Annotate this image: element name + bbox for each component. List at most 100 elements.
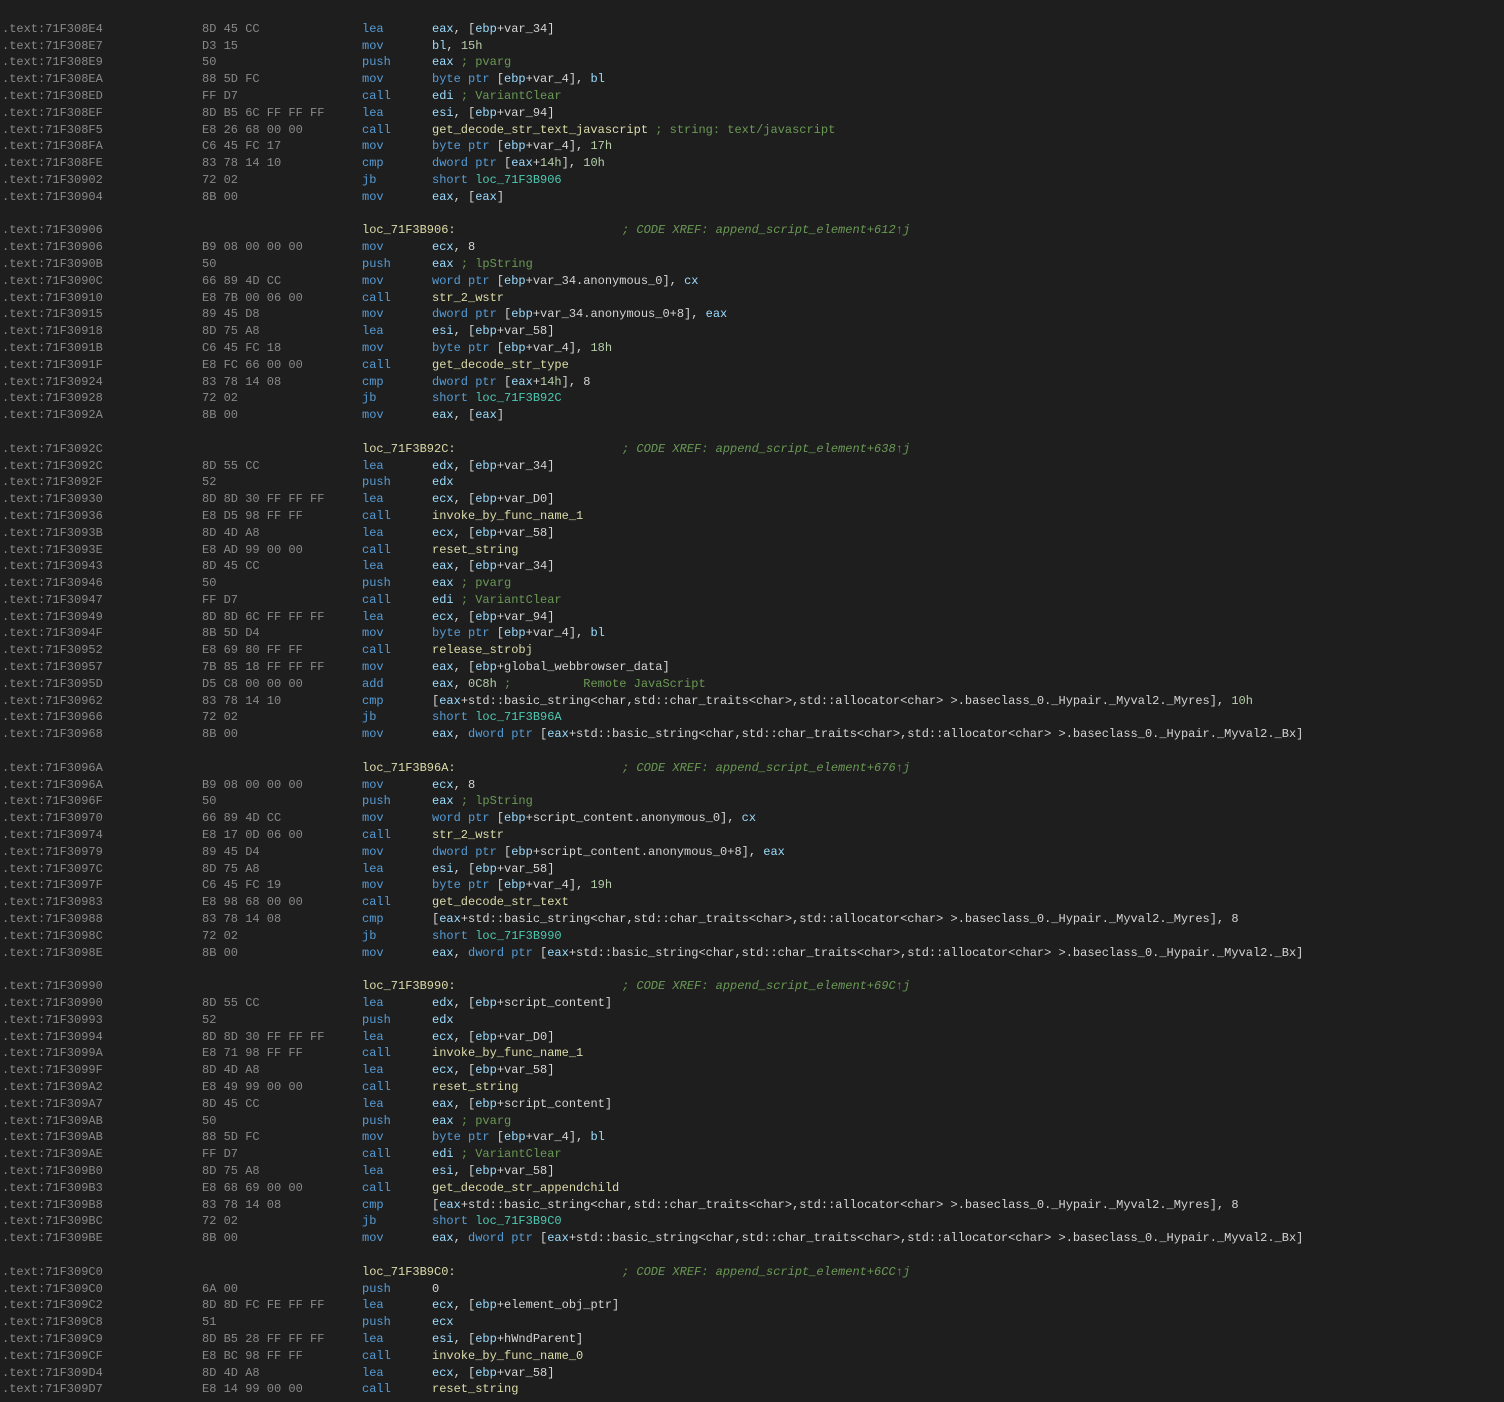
asm-line: .text:71F309948D 8D 30 FF FF FFleaecx, [… (0, 1029, 1504, 1046)
ops-col: edx, [ebp+script_content] (432, 995, 1502, 1012)
addr-col: .text:71F3099A (2, 1045, 202, 1062)
addr-col: .text:71F3097C (2, 861, 202, 878)
bytes-col: 8D 75 A8 (202, 1163, 362, 1180)
mnem-col: call (362, 1381, 432, 1398)
ops-col: dword ptr [eax+14h], 10h (432, 155, 1502, 172)
mnem-col: cmp (362, 693, 432, 710)
addr-col: .text:71F30943 (2, 558, 202, 575)
mnem-col: lea (362, 323, 432, 340)
addr-col: .text:71F30990 (2, 978, 202, 995)
mnem-col: add (362, 676, 432, 693)
asm-line: .text:71F3092872 02jbshort loc_71F3B92C (0, 390, 1504, 407)
asm-line: .text:71F3096F50pusheax ; lpString (0, 793, 1504, 810)
asm-line: .text:71F309C851pushecx (0, 1314, 1504, 1331)
addr-col: .text:71F30957 (2, 659, 202, 676)
bytes-col: 8B 00 (202, 407, 362, 424)
asm-line: .text:71F309AB50pusheax ; pvarg (0, 1113, 1504, 1130)
addr-col: .text:71F3093E (2, 542, 202, 559)
bytes-col: 83 78 14 08 (202, 911, 362, 928)
mnem-col: mov (362, 625, 432, 642)
bytes-col: E8 17 0D 06 00 (202, 827, 362, 844)
mnem-col: call (362, 88, 432, 105)
addr-col: .text:71F308E9 (2, 54, 202, 71)
ops-col: edi ; VariantClear (432, 1146, 1502, 1163)
addr-col: .text:71F30966 (2, 709, 202, 726)
bytes-col: E8 26 68 00 00 (202, 122, 362, 139)
ops-col: [eax+std::basic_string<char,std::char_tr… (432, 911, 1502, 928)
bytes-col: C6 45 FC 19 (202, 877, 362, 894)
mnem-col: mov (362, 71, 432, 88)
asm-line: .text:71F309A2E8 49 99 00 00callreset_st… (0, 1079, 1504, 1096)
asm-line: .text:71F3098C72 02jbshort loc_71F3B990 (0, 928, 1504, 945)
mnem-col: call (362, 1146, 432, 1163)
mnem-col: mov (362, 659, 432, 676)
asm-line: .text:71F3090272 02jbshort loc_71F3B906 (0, 172, 1504, 189)
addr-col: .text:71F309B0 (2, 1163, 202, 1180)
asm-line: .text:71F3098883 78 14 08cmp[eax+std::ba… (0, 911, 1504, 928)
bytes-col: 8D 75 A8 (202, 323, 362, 340)
bytes-col: E8 FC 66 00 00 (202, 357, 362, 374)
ops-col: byte ptr [ebp+var_4], 19h (432, 877, 1502, 894)
asm-line: .text:71F3093EE8 AD 99 00 00callreset_st… (0, 542, 1504, 559)
asm-line: .text:71F309B883 78 14 08cmp[eax+std::ba… (0, 1197, 1504, 1214)
ops-col: bl, 15h (432, 38, 1502, 55)
asm-line: .text:71F309908D 55 CCleaedx, [ebp+scrip… (0, 995, 1504, 1012)
bytes-col: 8D 55 CC (202, 995, 362, 1012)
ops-col: [eax+std::basic_string<char,std::char_tr… (432, 1197, 1502, 1214)
mnem-col: jb (362, 709, 432, 726)
asm-line: .text:71F309188D 75 A8leaesi, [ebp+var_5… (0, 323, 1504, 340)
mnem-col: lea (362, 105, 432, 122)
addr-col: .text:71F30928 (2, 390, 202, 407)
ops-col: invoke_by_func_name_0 (432, 1348, 1502, 1365)
mnem-col: mov (362, 777, 432, 794)
ops-col: esi, [ebp+var_58] (432, 1163, 1502, 1180)
ops-col: [eax+std::basic_string<char,std::char_tr… (432, 693, 1502, 710)
addr-col: .text:71F309C8 (2, 1314, 202, 1331)
bytes-col: 8D 8D FC FE FF FF (202, 1297, 362, 1314)
asm-line: .text:71F3095DD5 C8 00 00 00addeax, 0C8h… (0, 676, 1504, 693)
addr-col: .text:71F309B3 (2, 1180, 202, 1197)
asm-line: .text:71F308EDFF D7calledi ; VariantClea… (0, 88, 1504, 105)
ops-col: ecx, [ebp+var_58] (432, 1062, 1502, 1079)
addr-col: .text:71F309CF (2, 1348, 202, 1365)
asm-line: .text:71F309577B 85 18 FF FF FFmoveax, [… (0, 659, 1504, 676)
addr-col: .text:71F30949 (2, 609, 202, 626)
ops-col: edi ; VariantClear (432, 592, 1502, 609)
ops-col: reset_string (432, 542, 1502, 559)
addr-col: .text:71F3099F (2, 1062, 202, 1079)
asm-line: .text:71F3099F8D 4D A8leaecx, [ebp+var_5… (0, 1062, 1504, 1079)
mnem-col: lea (362, 861, 432, 878)
bytes-col: 8B 5D D4 (202, 625, 362, 642)
mnem-col: cmp (362, 1197, 432, 1214)
ops-col: word ptr [ebp+script_content.anonymous_0… (432, 810, 1502, 827)
bytes-col: 66 89 4D CC (202, 273, 362, 290)
bytes-col: 8D 8D 6C FF FF FF (202, 609, 362, 626)
asm-line: .text:71F309308D 8D 30 FF FF FFleaecx, [… (0, 491, 1504, 508)
ops-col: eax, dword ptr [eax+std::basic_string<ch… (432, 945, 1502, 962)
asm-line: .text:71F3092C8D 55 CCleaedx, [ebp+var_3… (0, 458, 1504, 475)
bytes-col: D5 C8 00 00 00 (202, 676, 362, 693)
asm-line: .text:71F3097066 89 4D CCmovword ptr [eb… (0, 810, 1504, 827)
mnem-col: call (362, 290, 432, 307)
asm-line: .text:71F309AEFF D7calledi ; VariantClea… (0, 1146, 1504, 1163)
bytes-col: 72 02 (202, 1213, 362, 1230)
asm-line: .text:71F3094650pusheax ; pvarg (0, 575, 1504, 592)
xref-comment: ; CODE XREF: append_script_element+638↑j (622, 441, 910, 458)
asm-line: .text:71F30974E8 17 0D 06 00callstr_2_ws… (0, 827, 1504, 844)
mnem-col: mov (362, 138, 432, 155)
bytes-col: 83 78 14 08 (202, 374, 362, 391)
addr-col: .text:71F309BC (2, 1213, 202, 1230)
ops-col: 0 (432, 1281, 1502, 1298)
asm-line: .text:71F309D7E8 14 99 00 00callreset_st… (0, 1381, 1504, 1398)
bytes-col: 88 5D FC (202, 1129, 362, 1146)
asm-line: .text:71F308EA88 5D FCmovbyte ptr [ebp+v… (0, 71, 1504, 88)
addr-col: .text:71F3094F (2, 625, 202, 642)
label-col: loc_71F3B9C0: (362, 1264, 622, 1281)
mnem-col: lea (362, 1029, 432, 1046)
bytes-col: E8 14 99 00 00 (202, 1381, 362, 1398)
mnem-col: lea (362, 609, 432, 626)
addr-col: .text:71F308ED (2, 88, 202, 105)
bytes-col: 50 (202, 54, 362, 71)
bytes-col: D3 15 (202, 38, 362, 55)
ops-col: eax, dword ptr [eax+std::basic_string<ch… (432, 1230, 1502, 1247)
